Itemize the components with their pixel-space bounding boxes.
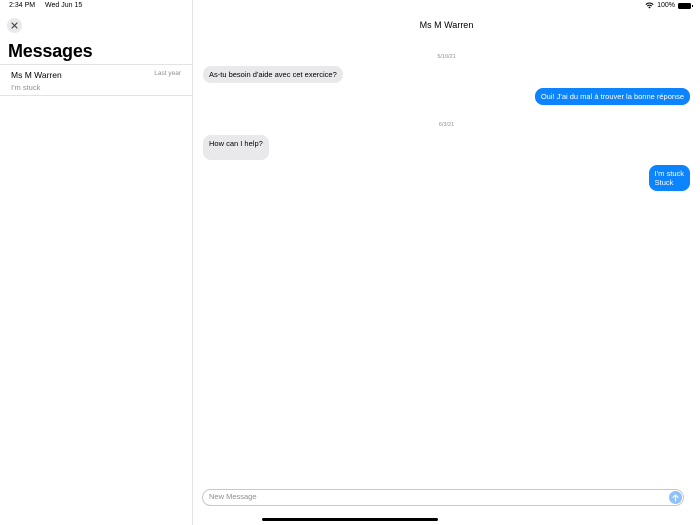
date-separator: 5/10/21 <box>437 54 456 60</box>
message-input[interactable] <box>209 492 649 501</box>
message-line: Stuck <box>654 178 674 187</box>
conversation-item[interactable]: Ms M Warren Last year I'm stuck <box>0 64 192 96</box>
close-icon <box>11 22 18 29</box>
chat-contact-name[interactable]: Ms M Warren <box>193 20 700 30</box>
chat-pane: Ms M Warren 5/10/21 As-tu besoin d'aide … <box>193 0 700 525</box>
send-button[interactable] <box>669 491 682 504</box>
date-separator: 6/3/21 <box>438 122 455 128</box>
outgoing-message[interactable]: I'm stuck Stuck <box>648 165 690 191</box>
close-button[interactable] <box>7 18 22 33</box>
incoming-message[interactable]: As-tu besoin d'aide avec cet exercice? <box>203 66 343 83</box>
incoming-message[interactable]: How can I help? <box>203 135 269 160</box>
conversation-time: Last year <box>154 70 181 77</box>
send-arrow-icon <box>672 493 679 502</box>
conversation-preview: I'm stuck <box>11 83 41 92</box>
message-line: I'm stuck <box>654 169 684 178</box>
message-input-bar <box>202 489 684 506</box>
page-title: Messages <box>8 41 93 61</box>
home-indicator[interactable] <box>262 518 438 521</box>
outgoing-message[interactable]: Oui! J'ai du mal à trouver la bonne répo… <box>534 88 690 105</box>
conversation-sidebar: Messages Ms M Warren Last year I'm stuck <box>0 0 193 525</box>
conversation-name: Ms M Warren <box>11 70 62 80</box>
